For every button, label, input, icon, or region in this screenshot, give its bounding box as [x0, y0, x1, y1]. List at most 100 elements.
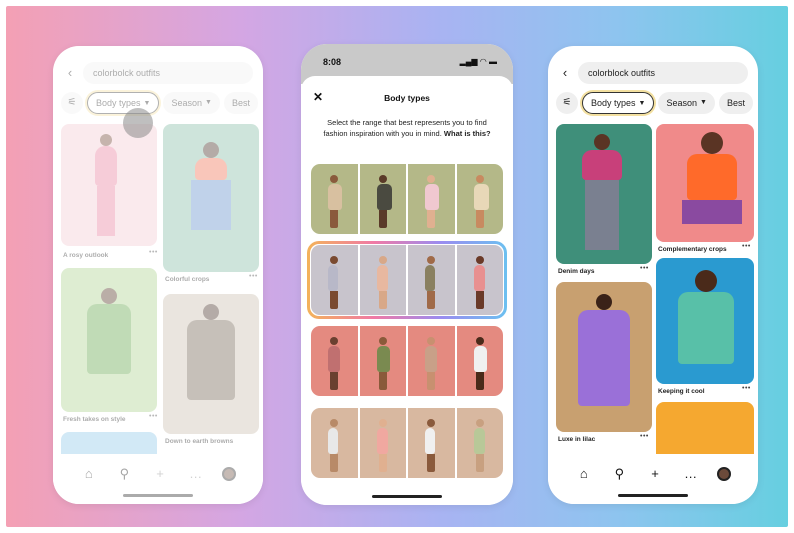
sheet-prompt: Select the range that best represents yo…	[321, 118, 493, 139]
model-photo	[456, 326, 503, 396]
search-input[interactable]: colorblock outfits	[578, 62, 748, 84]
chat-icon[interactable]: …	[682, 466, 700, 482]
pin-caption: Colorful crops	[165, 276, 210, 283]
search-icon[interactable]: ⚲	[610, 466, 628, 482]
home-icon[interactable]: ⌂	[575, 466, 593, 482]
chip-label: Best	[231, 98, 250, 108]
right-phone: ‹ colorblock outfits ⚟ Body types ▼ Seaso…	[548, 46, 758, 504]
body-type-option[interactable]	[311, 164, 503, 234]
pin-image[interactable]	[163, 294, 259, 434]
chip-body-types[interactable]: Body types ▼	[87, 92, 160, 114]
person-figure	[191, 142, 231, 230]
pin-image[interactable]	[61, 268, 157, 412]
more-icon[interactable]: •••	[149, 413, 158, 420]
pin-image[interactable]	[656, 402, 754, 462]
person-figure	[425, 337, 438, 390]
avatar[interactable]	[717, 467, 732, 481]
back-icon[interactable]: ‹	[63, 62, 77, 84]
model-photo	[359, 408, 406, 478]
person-figure	[678, 270, 734, 364]
person-figure	[376, 337, 390, 390]
person-figure	[425, 175, 440, 228]
pin-caption: Complementary crops	[658, 246, 727, 253]
plus-icon[interactable]: +	[646, 466, 664, 482]
chip-best[interactable]: Best	[718, 92, 753, 114]
person-figure	[328, 175, 343, 228]
chip-season[interactable]: Season ▼	[163, 92, 220, 114]
person-figure	[473, 419, 485, 472]
person-figure	[187, 304, 235, 400]
person-figure	[578, 294, 630, 406]
home-icon[interactable]: ⌂	[80, 466, 98, 482]
model-photo	[456, 164, 503, 234]
body-type-option[interactable]	[311, 245, 503, 315]
pin-image[interactable]	[61, 124, 157, 246]
pin-image[interactable]	[556, 124, 652, 264]
status-icons: ▂▄▆ ◠ ▬	[459, 57, 497, 66]
pin-image[interactable]	[656, 258, 754, 384]
chip-best[interactable]: Best	[223, 92, 258, 114]
pin-caption: Fresh takes on style	[63, 416, 126, 423]
chevron-down-icon: ▼	[638, 99, 646, 107]
model-photo	[408, 408, 455, 478]
search-row: ‹ colorbolck outfits	[63, 62, 253, 84]
model-photo	[359, 245, 406, 315]
person-figure	[376, 419, 388, 472]
more-icon[interactable]: •••	[640, 265, 649, 272]
person-figure	[328, 256, 339, 309]
person-figure	[328, 337, 341, 390]
pin-image[interactable]	[556, 282, 652, 432]
body-type-option[interactable]	[311, 326, 503, 396]
model-photo	[408, 326, 455, 396]
more-icon[interactable]: •••	[742, 243, 751, 250]
model-photo	[311, 164, 358, 234]
what-is-this-link[interactable]: What is this?	[444, 129, 491, 138]
model-photo	[456, 245, 503, 315]
chat-icon[interactable]: …	[187, 466, 205, 482]
person-figure	[425, 419, 436, 472]
search-input[interactable]: colorbolck outfits	[83, 62, 253, 84]
status-time: 8:08	[323, 57, 342, 67]
plus-icon[interactable]: +	[151, 466, 169, 482]
model-photo	[311, 245, 358, 315]
back-icon[interactable]: ‹	[558, 62, 572, 84]
body-types-sheet: ✕ Body types Select the range that best …	[301, 76, 513, 505]
pin-caption: Denim days	[558, 268, 595, 275]
chip-label: Season	[666, 98, 697, 108]
filter-chips: ⚟ Body types ▼ Season ▼ Best	[61, 92, 263, 114]
model-photo	[456, 408, 503, 478]
person-figure	[473, 175, 489, 228]
person-figure	[682, 132, 742, 224]
more-icon[interactable]: •••	[249, 273, 258, 280]
chip-body-types[interactable]: Body types ▼	[582, 92, 655, 114]
more-icon[interactable]: •••	[640, 433, 649, 440]
touch-indicator	[123, 108, 153, 138]
pin-caption: Keeping it cool	[658, 388, 705, 395]
person-figure	[376, 256, 388, 309]
avatar[interactable]	[222, 467, 237, 481]
search-icon[interactable]: ⚲	[115, 466, 133, 482]
chip-season[interactable]: Season ▼	[658, 92, 715, 114]
person-figure	[473, 337, 487, 390]
pin-image[interactable]	[656, 124, 754, 242]
person-figure	[473, 256, 485, 309]
chip-label: Best	[726, 98, 745, 108]
model-photo	[359, 326, 406, 396]
body-type-option[interactable]	[311, 408, 503, 478]
person-figure	[582, 134, 622, 250]
person-figure	[425, 256, 436, 309]
model-photo	[408, 164, 455, 234]
pin-image[interactable]	[163, 124, 259, 272]
filter-icon[interactable]: ⚟	[61, 92, 83, 114]
model-photo	[359, 164, 406, 234]
home-indicator	[123, 494, 193, 497]
person-figure	[376, 175, 392, 228]
pin-caption: Down to earth browns	[165, 438, 234, 445]
model-photo	[408, 245, 455, 315]
filter-icon[interactable]: ⚟	[556, 92, 578, 114]
search-row: ‹ colorblock outfits	[558, 62, 748, 84]
more-icon[interactable]: •••	[149, 249, 158, 256]
more-icon[interactable]: •••	[742, 385, 751, 392]
gradient-background: ‹ colorbolck outfits ⚟ Body types ▼ Seaso…	[6, 6, 788, 527]
home-indicator	[372, 495, 442, 498]
